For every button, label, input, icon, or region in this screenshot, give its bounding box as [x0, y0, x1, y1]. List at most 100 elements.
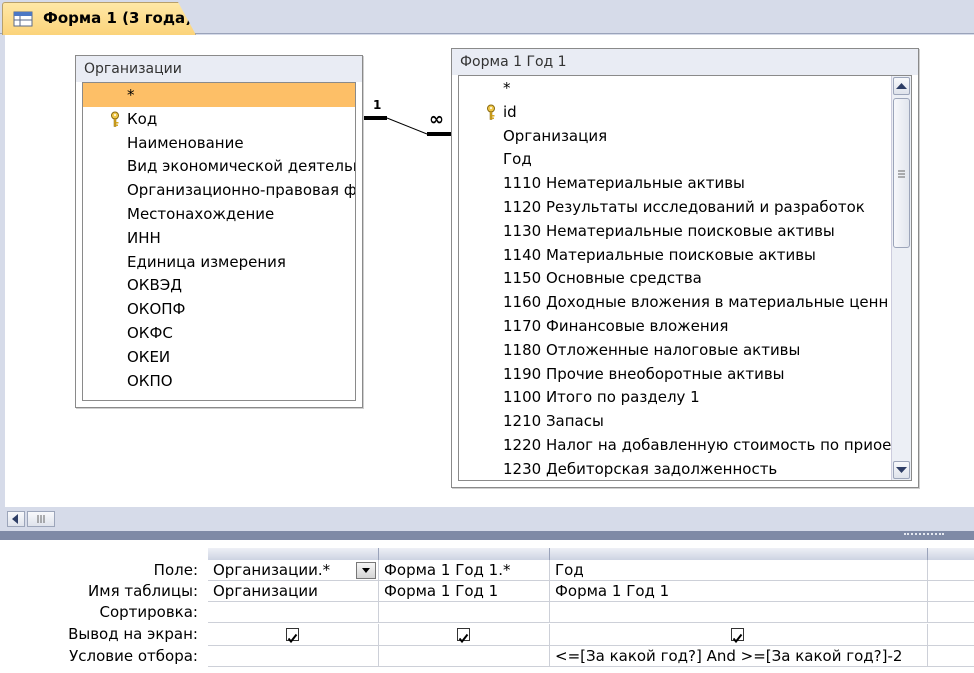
- grid-cell-field[interactable]: Форма 1 Год 1.*: [379, 560, 550, 581]
- cell-text: <=[За какой год?] And >=[За какой год?]-…: [555, 647, 903, 665]
- field-item[interactable]: Единица измерения: [83, 250, 355, 274]
- grid-cell-show[interactable]: [928, 624, 974, 646]
- scroll-left-button[interactable]: [7, 511, 25, 527]
- grid-cell-table[interactable]: Форма 1 Год 1: [550, 581, 928, 602]
- query-document-tab[interactable]: Форма 1 (3 года): [2, 2, 196, 35]
- field-list[interactable]: * Код Наименование Вид экономической деятел…: [82, 82, 356, 401]
- tab-title: Форма 1 (3 года): [43, 9, 192, 27]
- field-name: 1190 Прочие внеоборотные активы: [503, 364, 785, 383]
- field-list[interactable]: * id Организация Год 1110 Нематериальные акт…: [458, 75, 912, 481]
- field-name: 1110 Нематериальные активы: [503, 174, 745, 193]
- field-name: 1230 Дебиторская задолженность: [503, 459, 778, 478]
- field-item[interactable]: 1190 Прочие внеоборотные активы: [459, 362, 890, 386]
- field-name: ОКВЭД: [127, 276, 182, 295]
- scroll-up-button[interactable]: [893, 77, 910, 95]
- checkmark-icon: [732, 633, 743, 644]
- field-item[interactable]: 1170 Финансовые вложения: [459, 314, 890, 338]
- grid-cell-sort[interactable]: [928, 602, 974, 623]
- field-name: ОКЕИ: [127, 347, 171, 366]
- table-organizations[interactable]: Организации * Код Наименование Вид экономич…: [75, 55, 363, 408]
- table-title[interactable]: Форма 1 Год 1: [452, 49, 918, 75]
- show-checkbox[interactable]: [285, 628, 299, 644]
- field-item[interactable]: 1210 Запасы: [459, 409, 890, 433]
- grid-cell-table[interactable]: [928, 581, 974, 602]
- field-item[interactable]: Наименование: [83, 131, 355, 155]
- field-item[interactable]: Вид экономической деятельн: [83, 154, 355, 178]
- field-item[interactable]: Организационно-правовая ф: [83, 178, 355, 202]
- grid-cell-sort[interactable]: [550, 602, 928, 623]
- show-checkbox[interactable]: [456, 628, 470, 644]
- grip-icon: [898, 170, 905, 178]
- field-name: 1130 Нематериальные поисковые активы: [503, 221, 835, 240]
- query-grid[interactable]: Организации.* Организации Форма 1 Год 1.* Ф…: [208, 548, 974, 673]
- grip-icon: [904, 533, 944, 537]
- field-item[interactable]: Местонахождение: [83, 202, 355, 226]
- field-name: Вид экономической деятельн: [127, 157, 356, 176]
- primary-key-icon: [111, 111, 119, 127]
- table-form1-year1[interactable]: Форма 1 Год 1 * id Организация Год 1110 Нема…: [451, 48, 919, 488]
- field-item[interactable]: ОКВЭД: [83, 273, 355, 297]
- grid-cell-show[interactable]: [208, 624, 379, 646]
- field-item[interactable]: id: [459, 100, 890, 124]
- field-item[interactable]: 1130 Нематериальные поисковые активы: [459, 219, 890, 243]
- field-item[interactable]: 1140 Материальные поисковые активы: [459, 243, 890, 267]
- column-selector[interactable]: [550, 548, 928, 560]
- grid-cell-criteria[interactable]: <=[За какой год?] And >=[За какой год?]-…: [550, 646, 928, 667]
- relationship-many-label: ∞: [429, 109, 444, 130]
- chevron-down-icon: [362, 568, 370, 573]
- grid-cell-criteria[interactable]: [379, 646, 550, 667]
- field-item[interactable]: 1150 Основные средства: [459, 266, 890, 290]
- field-item[interactable]: ОКФС: [83, 321, 355, 345]
- column-selector[interactable]: [208, 548, 379, 560]
- scroll-down-button[interactable]: [893, 461, 910, 479]
- field-item[interactable]: *: [83, 83, 355, 107]
- field-item[interactable]: 1230 Дебиторская задолженность: [459, 457, 890, 480]
- field-dropdown-button[interactable]: [356, 562, 376, 579]
- field-item[interactable]: Код: [83, 107, 355, 131]
- field-item[interactable]: 1120 Результаты исследований и разработо…: [459, 195, 890, 219]
- field-item[interactable]: 1100 Итого по разделу 1: [459, 385, 890, 409]
- grid-cell-show[interactable]: [550, 624, 928, 646]
- grid-cell-table[interactable]: Форма 1 Год 1: [379, 581, 550, 602]
- grid-cell-field[interactable]: Год: [550, 560, 928, 581]
- field-item[interactable]: 1220 Налог на добавленную стоимость по п…: [459, 433, 891, 457]
- scroll-thumb[interactable]: [27, 511, 55, 527]
- field-item[interactable]: ОКЕИ: [83, 345, 355, 369]
- horizontal-scrollbar[interactable]: [5, 507, 974, 531]
- triangle-left-icon: [12, 514, 18, 524]
- grid-cell-show[interactable]: [379, 624, 550, 646]
- field-name: Организационно-правовая ф: [127, 181, 356, 200]
- grip-icon: [37, 515, 45, 523]
- field-item[interactable]: ОКОПФ: [83, 297, 355, 321]
- scroll-thumb[interactable]: [893, 98, 910, 248]
- field-item[interactable]: Организация: [459, 124, 890, 148]
- field-name: ОКПО: [127, 371, 173, 390]
- field-item[interactable]: 1110 Нематериальные активы: [459, 171, 890, 195]
- grid-cell-criteria[interactable]: [208, 646, 379, 667]
- field-name: 1180 Отложенные налоговые активы: [503, 340, 801, 359]
- cell-text: Форма 1 Год 1: [555, 582, 670, 600]
- query-design-pane[interactable]: 1 ∞ Организации * Код Наименование Вид экон…: [5, 35, 974, 507]
- field-item[interactable]: *: [459, 76, 890, 100]
- field-item[interactable]: ИНН: [83, 226, 355, 250]
- grid-cell-criteria[interactable]: [928, 646, 974, 667]
- field-item[interactable]: 1180 Отложенные налоговые активы: [459, 338, 890, 362]
- field-item[interactable]: ОКПО: [83, 369, 355, 393]
- column-selector[interactable]: [928, 548, 974, 560]
- grid-cell-sort[interactable]: [208, 602, 379, 623]
- query-grid-pane: Поле: Имя таблицы: Сортировка: Вывод на …: [0, 540, 974, 673]
- field-name: Год: [503, 150, 532, 169]
- grid-cell-field[interactable]: Организации.*: [208, 560, 379, 581]
- row-label-field: Поле:: [153, 561, 198, 579]
- table-title[interactable]: Организации: [76, 56, 362, 82]
- column-selector[interactable]: [379, 548, 550, 560]
- grid-cell-field[interactable]: [928, 560, 974, 581]
- pane-splitter[interactable]: [0, 531, 974, 540]
- vertical-scrollbar[interactable]: [891, 76, 911, 480]
- show-checkbox[interactable]: [731, 628, 744, 644]
- grid-cell-table[interactable]: Организации: [208, 581, 379, 602]
- grid-cell-sort[interactable]: [379, 602, 550, 623]
- field-item[interactable]: Год: [459, 147, 890, 171]
- field-item[interactable]: 1160 Доходные вложения в материальные це…: [459, 290, 890, 314]
- cell-text: Организации.*: [213, 561, 331, 579]
